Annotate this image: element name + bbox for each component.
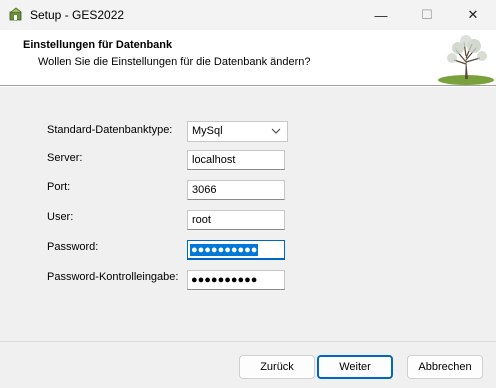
maximize-icon: ☐ xyxy=(421,7,433,22)
password-label: Password: xyxy=(47,241,99,253)
password-input[interactable]: ●●●●●●●●●● xyxy=(187,240,285,260)
window-title: Setup - GES2022 xyxy=(30,8,125,22)
maximize-button[interactable]: ☐ xyxy=(404,0,450,30)
next-button[interactable]: Weiter xyxy=(317,355,393,379)
cancel-button-label: Abbrechen xyxy=(418,361,472,373)
back-button[interactable]: Zurück xyxy=(239,355,315,379)
minimize-icon: — xyxy=(374,7,388,23)
cancel-button[interactable]: Abbrechen xyxy=(407,355,483,379)
password-value: ●●●●●●●●●● xyxy=(190,244,259,256)
chevron-down-icon xyxy=(271,128,281,134)
dbtype-select[interactable]: MySql xyxy=(187,121,288,142)
user-value: root xyxy=(192,214,211,226)
footer-separator xyxy=(0,341,496,342)
page-title: Einstellungen für Datenbank xyxy=(23,39,173,51)
minimize-button[interactable]: — xyxy=(358,0,404,30)
password-confirm-value: ●●●●●●●●●● xyxy=(191,274,258,286)
user-input[interactable]: root xyxy=(187,210,285,230)
page-subtitle: Wollen Sie die Einstellungen für die Dat… xyxy=(38,56,311,68)
close-button[interactable]: ✕ xyxy=(450,0,496,30)
next-button-label: Weiter xyxy=(339,361,371,373)
dbtype-value: MySql xyxy=(192,125,223,137)
dbtype-label: Standard-Datenbanktype: xyxy=(47,124,173,136)
tree-logo-image xyxy=(436,32,496,85)
header-separator-highlight xyxy=(0,86,496,87)
user-label: User: xyxy=(47,211,74,223)
title-bar: Setup - GES2022 — ☐ ✕ xyxy=(0,0,496,30)
setup-app-icon xyxy=(9,7,22,21)
server-label: Server: xyxy=(47,152,83,164)
close-icon: ✕ xyxy=(467,7,479,22)
port-value: 3066 xyxy=(192,184,217,196)
port-label: Port: xyxy=(47,181,71,193)
wizard-header: Einstellungen für Datenbank Wollen Sie d… xyxy=(0,30,496,85)
password-confirm-input[interactable]: ●●●●●●●●●● xyxy=(187,270,285,290)
server-value: localhost xyxy=(192,154,236,166)
password-confirm-label: Password-Kontrolleingabe: xyxy=(47,271,179,283)
port-input[interactable]: 3066 xyxy=(187,180,285,200)
server-input[interactable]: localhost xyxy=(187,150,285,170)
back-button-label: Zurück xyxy=(260,361,294,373)
